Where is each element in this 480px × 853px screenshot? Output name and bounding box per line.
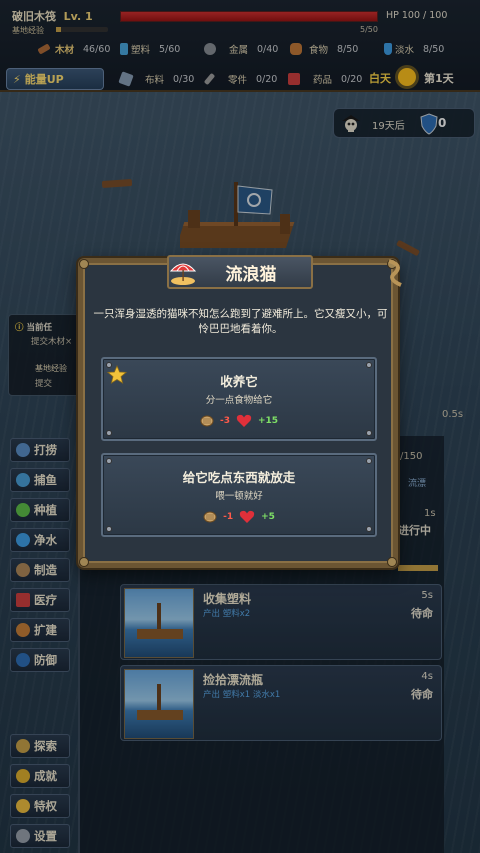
food-icon bbox=[203, 511, 217, 523]
dialog-rivet bbox=[387, 557, 397, 567]
nail-icon bbox=[366, 526, 372, 532]
food-change: -3 bbox=[219, 416, 230, 426]
umbrella-icon bbox=[169, 263, 197, 285]
nail-icon bbox=[366, 458, 372, 464]
choice-description: 分一点食物给它 bbox=[205, 395, 273, 406]
dialog-title: 流浪猫 bbox=[225, 264, 277, 285]
dialog-rivet bbox=[79, 557, 89, 567]
dialog-title-plate: 流浪猫 bbox=[167, 255, 313, 289]
nail-icon bbox=[106, 430, 112, 436]
health-change: +5 bbox=[261, 512, 275, 522]
dialog-description: 一只浑身湿透的猫咪不知怎么跑到了避难所上。它又瘦又小，可怜巴巴地看着你。 bbox=[93, 308, 388, 335]
heart-icon bbox=[239, 510, 255, 523]
choice-effects: -3 +15 bbox=[103, 414, 375, 428]
choice-effects: -1 +5 bbox=[103, 510, 375, 524]
food-change: -1 bbox=[223, 512, 234, 522]
food-icon bbox=[200, 415, 214, 427]
heart-icon bbox=[236, 414, 252, 427]
choice-adopt-button[interactable]: 收养它 分一点食物给它 -3 +15 bbox=[101, 357, 377, 441]
dialog-rivet bbox=[79, 259, 89, 269]
health-change: +15 bbox=[257, 416, 279, 426]
event-dialog: 流浪猫 一只浑身湿透的猫咪不知怎么跑到了避难所上。它又瘦又小，可怜巴巴地看着你。… bbox=[76, 255, 402, 570]
nail-icon bbox=[106, 526, 112, 532]
rope-icon bbox=[388, 259, 402, 287]
nail-icon bbox=[366, 362, 372, 368]
choice-feed-release-button[interactable]: 给它吃点东西就放走 喂一顿就好 -1 +5 bbox=[101, 453, 377, 537]
choice-title: 收养它 bbox=[220, 374, 258, 389]
choice-description: 喂一顿就好 bbox=[215, 491, 263, 502]
nail-icon bbox=[366, 430, 372, 436]
choice-title: 给它吃点东西就放走 bbox=[182, 470, 296, 485]
nail-icon bbox=[106, 458, 112, 464]
